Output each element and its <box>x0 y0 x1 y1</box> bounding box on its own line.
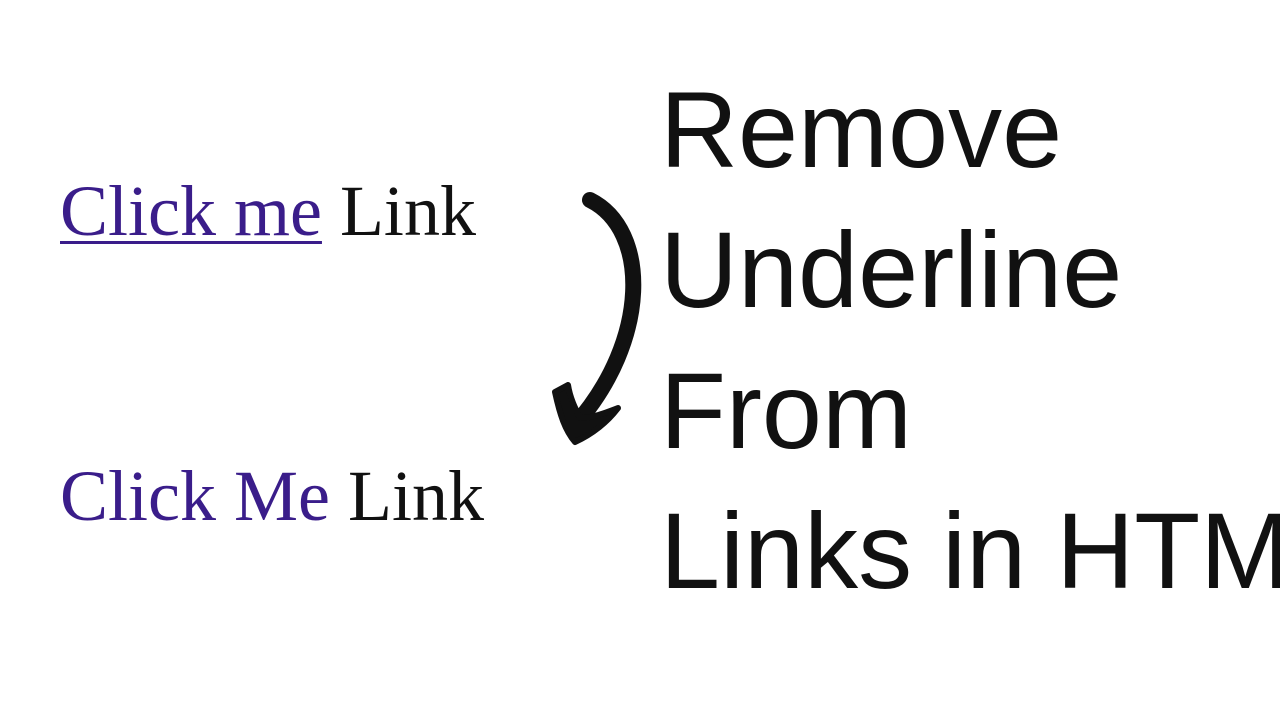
title-line-1: Remove <box>660 60 1280 200</box>
title-line-2: Underline <box>660 200 1280 340</box>
title-line-4: Links in HTML <box>660 481 1280 621</box>
example-link-nounderline[interactable]: Click Me <box>60 456 330 536</box>
title-line-3: From <box>660 341 1280 481</box>
example-after: Click Me Link <box>60 460 484 532</box>
example-label-before: Link <box>322 171 476 251</box>
example-link-underlined[interactable]: Click me <box>60 171 322 251</box>
example-label-after: Link <box>330 456 484 536</box>
title-block: Remove Underline From Links in HTML <box>660 60 1280 622</box>
document-canvas: Click me Link Click Me Link Remove Under… <box>0 0 1280 720</box>
example-before: Click me Link <box>60 175 476 247</box>
arrow-down-icon <box>520 190 660 470</box>
